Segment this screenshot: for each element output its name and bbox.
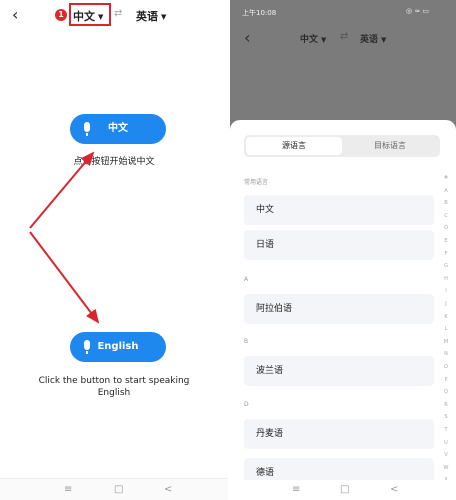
lang-tab-switch: 源语言 目标语言 (244, 135, 440, 157)
home-icon[interactable]: □ (340, 484, 349, 495)
index-letter[interactable]: F (442, 251, 450, 257)
index-letter[interactable]: T (442, 427, 450, 433)
status-time: 上午10:08 (242, 9, 277, 17)
index-letter[interactable]: O (442, 364, 450, 370)
language-picker-sheet: 源语言 目标语言 常用语言 中文 日语 A 阿拉伯语 B 波兰语 D 丹麦语 德… (230, 120, 456, 496)
index-letter[interactable]: E (442, 238, 450, 244)
right-screen: 上午10:08 ◎ ≈ ▭ ‹ 中文 ▼ ⇄ 英语 ▼ 源语言 目标语言 常用语言 … (230, 0, 456, 500)
caret-down-icon: ▼ (321, 35, 327, 44)
lang-item-polish[interactable]: 波兰语 (244, 356, 434, 386)
index-letter[interactable]: P (442, 377, 450, 383)
left-system-navbar: ≡ □ < (0, 478, 228, 500)
arrow-to-english (29, 231, 100, 324)
lang-item-chinese[interactable]: 中文 (244, 195, 434, 225)
section-b: B (244, 338, 249, 345)
back-icon[interactable]: ‹ (244, 30, 250, 46)
home-icon[interactable]: □ (114, 484, 123, 495)
index-letter[interactable]: S (442, 414, 450, 420)
index-letter[interactable]: K (442, 314, 450, 320)
index-letter[interactable]: L (442, 326, 450, 332)
index-letter[interactable]: R (442, 402, 450, 408)
index-letter[interactable]: A (442, 188, 450, 194)
index-letter[interactable]: M (442, 339, 450, 345)
annotation-arrows (29, 151, 100, 324)
lang-item-arabic[interactable]: 阿拉伯语 (244, 294, 434, 324)
index-letter[interactable]: H (442, 276, 450, 282)
index-letter[interactable]: C (442, 213, 450, 219)
left-screen: ‹ 1 中文 ▼ ⇄ 英语 ▼ 中文 点击按钮开始说中文 English Click… (0, 0, 228, 500)
index-letter[interactable]: J (442, 301, 450, 307)
index-letter[interactable]: G (442, 263, 450, 269)
swap-icon[interactable]: ⇄ (340, 31, 348, 42)
lang-item-danish[interactable]: 丹麦语 (244, 419, 434, 449)
menu-icon[interactable]: ≡ (292, 484, 300, 495)
right-system-navbar: ≡ □ < (230, 480, 456, 500)
index-letter[interactable]: D (442, 225, 450, 231)
index-letter[interactable]: B (442, 200, 450, 206)
index-letter[interactable]: Q (442, 389, 450, 395)
lang-item-japanese[interactable]: 日语 (244, 230, 434, 260)
back-nav-icon[interactable]: < (164, 484, 172, 495)
arrow-to-chinese (29, 151, 95, 229)
index-letter[interactable]: W (442, 465, 450, 471)
source-lang-select[interactable]: 中文 ▼ (300, 32, 326, 45)
section-a: A (244, 276, 249, 283)
index-letter[interactable]: # (442, 175, 450, 181)
index-letter[interactable]: U (442, 440, 450, 446)
tab-target-language[interactable]: 目标语言 (342, 137, 438, 155)
section-d: D (244, 401, 249, 408)
target-lang-select[interactable]: 英语 ▼ (360, 32, 386, 45)
index-letter[interactable]: V (442, 452, 450, 458)
index-letter[interactable]: I (442, 288, 450, 294)
caret-down-icon: ▼ (381, 35, 387, 44)
tab-source-language[interactable]: 源语言 (246, 137, 342, 155)
section-common: 常用语言 (244, 179, 269, 186)
index-letter[interactable]: N (442, 351, 450, 357)
status-icons: ◎ ≈ ▭ (406, 7, 430, 15)
right-header: ‹ 中文 ▼ ⇄ 英语 ▼ (230, 28, 456, 48)
back-nav-icon[interactable]: < (390, 484, 398, 495)
menu-icon[interactable]: ≡ (64, 484, 72, 495)
